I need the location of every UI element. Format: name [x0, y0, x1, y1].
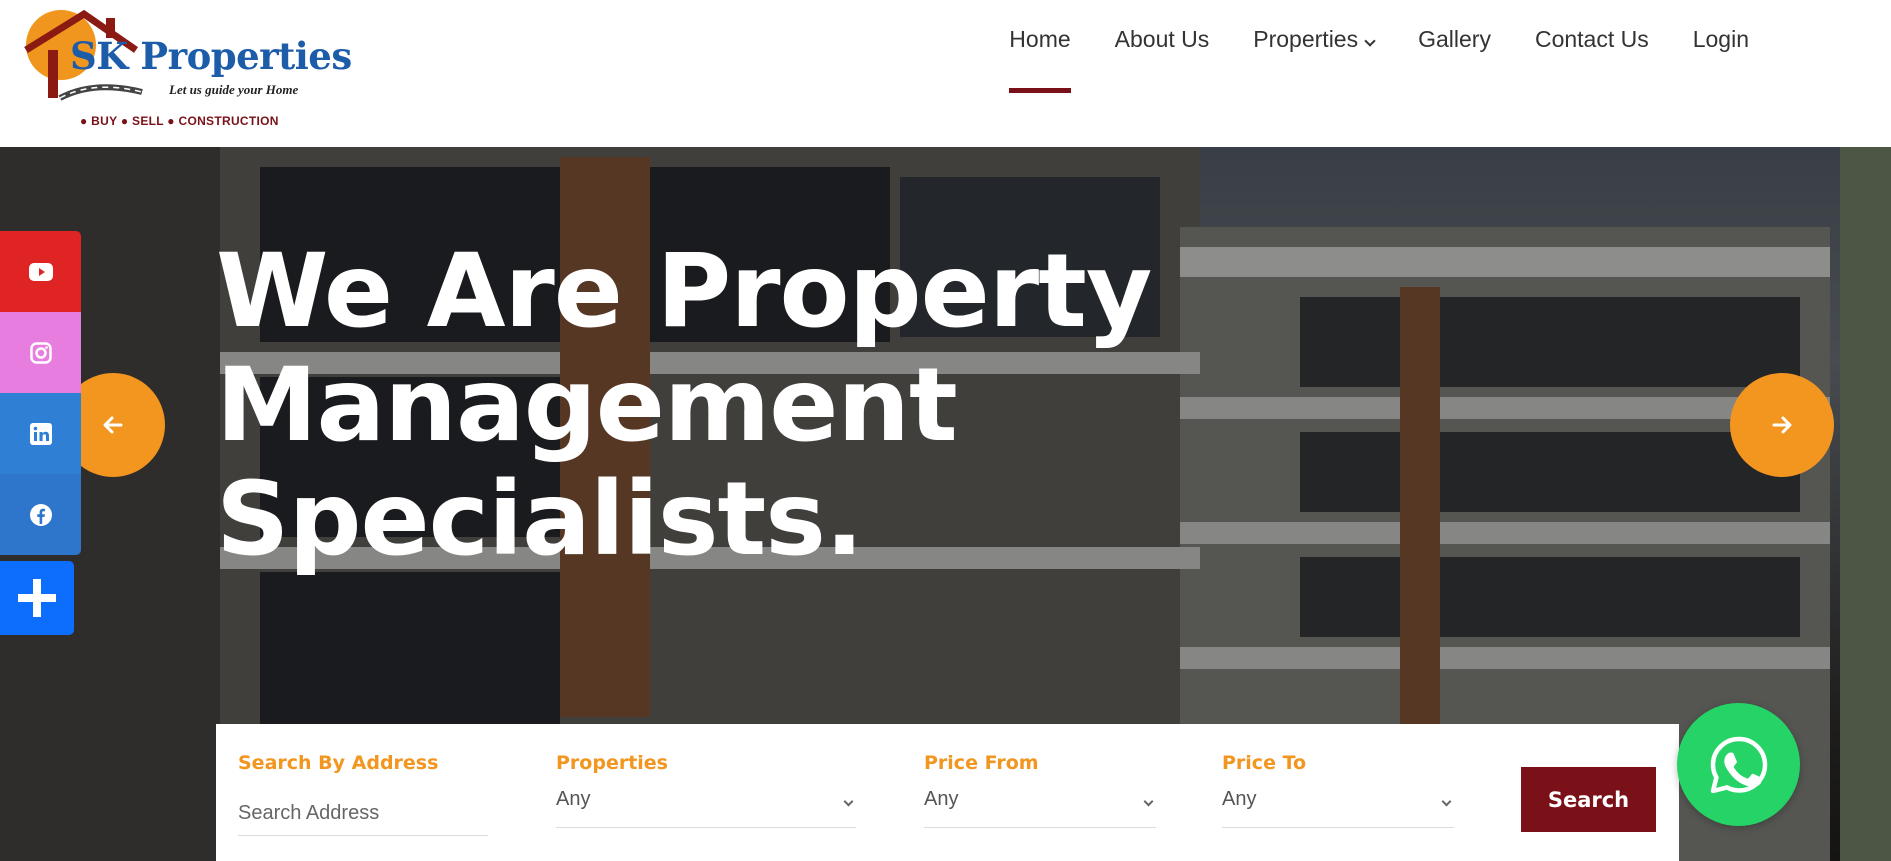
- nav-item-label: Properties: [1253, 26, 1359, 52]
- social-sidebar: [0, 231, 81, 635]
- nav-item-about-us[interactable]: About Us: [1093, 26, 1232, 86]
- search-address-input[interactable]: [238, 792, 488, 836]
- nav-item-login[interactable]: Login: [1671, 26, 1771, 86]
- search-button[interactable]: Search: [1521, 767, 1656, 832]
- linkedin-button[interactable]: [0, 393, 81, 474]
- properties-select-value: Any: [556, 788, 591, 810]
- hero-title-line: We Are Property: [216, 232, 1152, 351]
- site-header: SK Properties Let us guide your Home ● B…: [0, 0, 1891, 147]
- nav-item-gallery[interactable]: Gallery: [1396, 26, 1513, 86]
- slider-next-button[interactable]: [1730, 373, 1834, 477]
- whatsapp-button[interactable]: [1677, 703, 1800, 826]
- youtube-icon: [28, 262, 53, 281]
- properties-field-group: Properties Any: [556, 752, 856, 828]
- properties-label: Properties: [556, 752, 668, 774]
- address-label: Search By Address: [238, 752, 439, 774]
- hero-title: We Are Property Management Specialists.: [216, 235, 1216, 577]
- nav-item-label: Login: [1692, 26, 1749, 52]
- price-from-select-value: Any: [924, 788, 959, 810]
- properties-select[interactable]: Any: [556, 788, 856, 828]
- price-to-label: Price To: [1222, 752, 1307, 774]
- chevron-down-icon: [843, 796, 854, 807]
- facebook-button[interactable]: [0, 474, 81, 555]
- nav-item-label: Home: [1009, 26, 1071, 52]
- main-nav: Home About Us Properties Gallery Contact…: [987, 26, 1771, 93]
- nav-item-label: Contact Us: [1534, 26, 1649, 52]
- brand-services: ● BUY ● SELL ● CONSTRUCTION: [80, 114, 279, 128]
- price-to-field-group: Price To Any: [1222, 752, 1454, 828]
- site-logo[interactable]: SK Properties Let us guide your Home ● B…: [24, 6, 352, 131]
- instagram-button[interactable]: [0, 312, 81, 393]
- nav-item-home[interactable]: Home: [987, 26, 1092, 93]
- linkedin-icon: [29, 422, 52, 445]
- nav-item-label: About Us: [1114, 26, 1210, 52]
- facebook-icon: [29, 503, 52, 526]
- youtube-button[interactable]: [0, 231, 81, 312]
- whatsapp-icon: [1710, 736, 1767, 793]
- property-search-panel: Search By Address Properties Any Price F…: [216, 724, 1679, 861]
- chevron-down-icon: [1143, 796, 1154, 807]
- brand-tagline: Let us guide your Home: [169, 82, 299, 97]
- chevron-down-icon: [1364, 35, 1376, 47]
- nav-item-label: Gallery: [1418, 26, 1491, 52]
- price-from-field-group: Price From Any: [924, 752, 1156, 828]
- hero-title-line: Specialists.: [216, 460, 864, 579]
- nav-item-properties[interactable]: Properties: [1231, 26, 1396, 86]
- instagram-icon: [29, 341, 52, 364]
- chevron-down-icon: [1441, 796, 1452, 807]
- plus-icon: [18, 579, 56, 617]
- share-more-button[interactable]: [0, 561, 74, 635]
- arrow-right-icon: [1772, 416, 1792, 434]
- nav-item-contact-us[interactable]: Contact Us: [1513, 26, 1671, 86]
- address-field-group: Search By Address: [238, 752, 488, 836]
- hero-title-line: Management: [216, 346, 958, 465]
- price-to-select[interactable]: Any: [1222, 788, 1454, 828]
- brand-name: SK Properties: [70, 34, 352, 78]
- price-to-select-value: Any: [1222, 788, 1257, 810]
- price-from-select[interactable]: Any: [924, 788, 1156, 828]
- arrow-left-icon: [103, 416, 123, 434]
- price-from-label: Price From: [924, 752, 1039, 774]
